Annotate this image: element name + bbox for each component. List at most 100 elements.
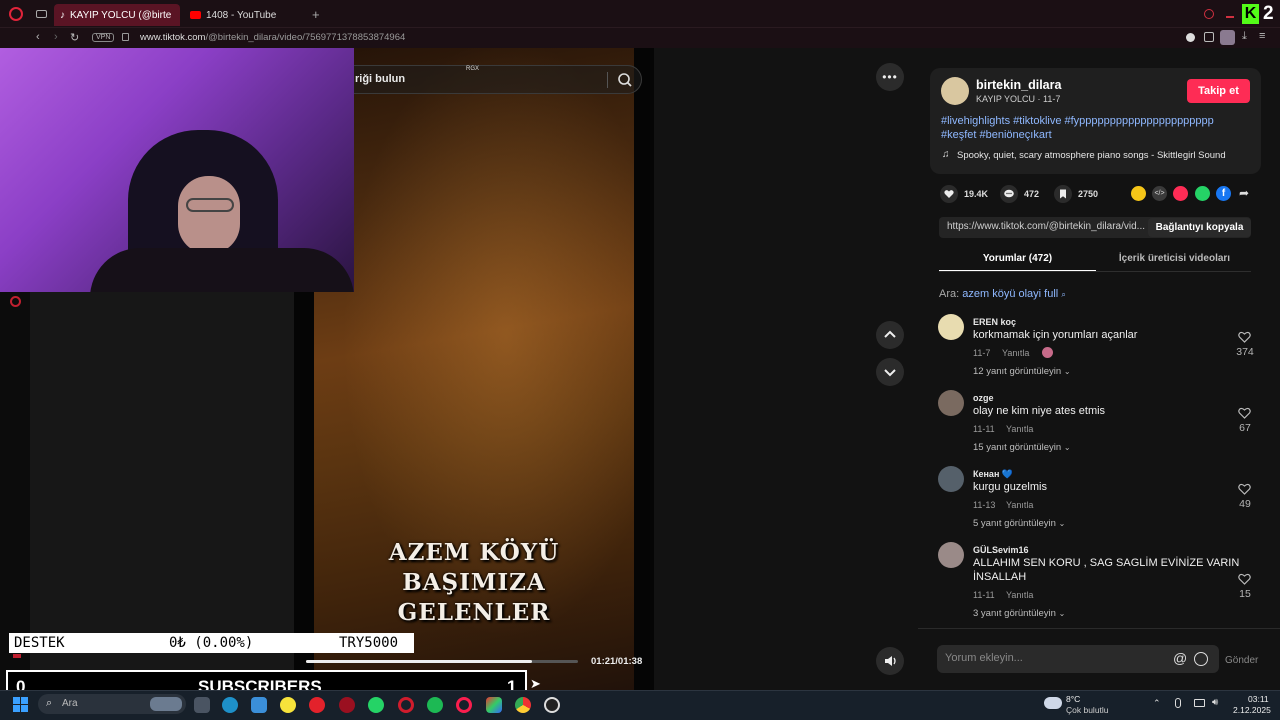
more-options-button[interactable]: ••• (876, 63, 904, 91)
whatsapp-app-icon[interactable] (368, 697, 384, 713)
search-bar[interactable]: riği bulun (340, 65, 642, 94)
coin-icon[interactable] (1131, 186, 1146, 201)
previous-video-button[interactable] (876, 321, 904, 349)
video-progress-track[interactable] (306, 660, 578, 663)
forward-icon[interactable]: › (54, 31, 58, 43)
volume-tray-icon[interactable]: 🔊︎ (1212, 697, 1218, 708)
comment-avatar[interactable] (938, 314, 964, 340)
opera-app-icon[interactable] (398, 697, 414, 713)
tray-chevron-up-icon[interactable]: ⌃ (1153, 698, 1161, 709)
snapchat-icon[interactable] (280, 697, 296, 713)
like-icon[interactable] (940, 185, 958, 203)
reply-button[interactable]: Yanıtla (1006, 500, 1033, 510)
view-replies-label: 3 yanıt görüntüleyin (973, 608, 1056, 619)
view-replies-button[interactable]: 12 yanıt görüntüleyin ⌄ (973, 366, 1071, 377)
app-red-icon[interactable] (339, 697, 355, 713)
author-avatar[interactable] (941, 77, 969, 105)
tab-creator-videos[interactable]: İçerik üreticisi videoları (1096, 253, 1253, 264)
view-replies-button[interactable]: 15 yanıt görüntüleyin ⌄ (973, 442, 1071, 453)
search-input[interactable]: riği bulun (355, 73, 405, 85)
search-suggestion-prefix: Ara: (939, 288, 960, 300)
send-comment-button[interactable]: Gönder (1225, 655, 1258, 666)
reload-icon[interactable]: ↻ (70, 31, 79, 44)
send-icon[interactable] (1173, 186, 1188, 201)
record-icon[interactable] (1186, 33, 1195, 42)
multi-app-icon[interactable] (486, 697, 502, 713)
obs-icon[interactable] (544, 697, 560, 713)
extensions-icon[interactable] (1204, 32, 1214, 42)
search-suggestion-query: azem köyü olayi full (962, 288, 1059, 300)
facebook-icon[interactable]: f (1216, 186, 1231, 201)
back-icon[interactable]: ‹ (36, 31, 40, 43)
url-host: www.tiktok.com (140, 32, 206, 43)
follow-button[interactable]: Takip et (1187, 79, 1250, 103)
display-icon[interactable] (1194, 699, 1205, 707)
settings-gear-icon[interactable] (10, 296, 21, 307)
vpn-badge[interactable]: VPN (92, 33, 115, 42)
minimize-icon[interactable] (1226, 16, 1234, 18)
search-suggestion[interactable]: Ara: azem köyü olayi full ⌕ (939, 288, 1066, 300)
search-icon[interactable] (617, 72, 633, 88)
reply-button[interactable]: Yanıtla (1006, 590, 1033, 600)
music-title[interactable]: Spooky, quiet, scary atmosphere piano so… (957, 150, 1226, 161)
tab-overview-icon[interactable] (36, 10, 47, 18)
destek-goal: TRY5000 (339, 635, 399, 651)
comment-avatar[interactable] (938, 466, 964, 492)
reply-button[interactable]: Yanıtla (1002, 348, 1029, 358)
next-video-button[interactable] (876, 358, 904, 386)
search-tabs-icon[interactable] (1204, 9, 1214, 19)
tab-tiktok[interactable]: ♪ KAYIP YOLCU (@birte (54, 4, 180, 26)
opera-gx-icon[interactable] (456, 697, 472, 713)
comment-author[interactable]: GÜLSevim16 (973, 545, 1029, 555)
link-url[interactable]: https://www.tiktok.com/@birtekin_dilara/… (947, 221, 1145, 232)
download-icon[interactable]: ⤓ (1242, 30, 1247, 43)
whatsapp-icon[interactable] (1195, 186, 1210, 201)
bookmark-icon[interactable] (1054, 185, 1072, 203)
author-username[interactable]: birtekin_dilara (976, 78, 1061, 92)
reply-button[interactable]: Yanıtla (1006, 424, 1033, 434)
tab-youtube[interactable]: 1408 - YouTube (184, 4, 304, 26)
youtube-app-icon[interactable] (309, 697, 325, 713)
comment-like-icon[interactable] (1238, 573, 1251, 585)
mention-icon[interactable]: @ (1173, 650, 1187, 666)
comment-input[interactable]: Yorum ekleyin... @ (937, 645, 1219, 673)
tab-comments[interactable]: Yorumlar (472) (939, 253, 1096, 264)
comment-like-count: 15 (1239, 588, 1251, 600)
comment-like-icon[interactable] (1238, 407, 1251, 419)
menu-icon[interactable]: ≡ (1259, 30, 1265, 42)
url-text[interactable]: www.tiktok.com/@birtekin_dilara/video/75… (140, 32, 405, 43)
weather-icon[interactable] (1044, 697, 1062, 709)
clock-date[interactable]: 2.12.2025 (1233, 705, 1271, 715)
chrome-icon[interactable] (515, 697, 531, 713)
store-icon[interactable] (251, 697, 267, 713)
emoji-icon[interactable] (1194, 652, 1208, 666)
comment-author[interactable]: Кенан 💙 (973, 469, 1013, 480)
save-count: 2750 (1078, 189, 1099, 199)
comment-avatar[interactable] (938, 542, 964, 568)
comment-like-icon[interactable] (1238, 483, 1251, 495)
embed-icon[interactable]: </> (1152, 186, 1167, 201)
view-replies-button[interactable]: 5 yanıt görüntüleyin ⌄ (973, 518, 1065, 529)
taskbar-search[interactable]: ⌕ Ara (38, 694, 186, 714)
comment-author[interactable]: ozge (973, 393, 994, 403)
microphone-icon[interactable] (1175, 698, 1181, 708)
comment-author[interactable]: EREN koç (973, 317, 1016, 327)
clock-time[interactable]: 03:11 (1248, 694, 1269, 704)
comment-icon[interactable] (1000, 185, 1018, 203)
edge-icon[interactable] (222, 697, 238, 713)
destek-marker-icon (13, 654, 21, 658)
comment-avatar[interactable] (938, 390, 964, 416)
share-arrow-icon[interactable]: ➦ (1239, 186, 1249, 200)
new-tab-button[interactable]: + (312, 7, 320, 22)
copy-link-button[interactable]: Bağlantıyı kopyala (1148, 218, 1251, 237)
spotify-icon[interactable] (427, 697, 443, 713)
hashtags-line2[interactable]: #keşfet #beniöneçıkart (941, 129, 1052, 141)
hashtags-line1[interactable]: #livehighlights #tiktoklive #fyppppppppp… (941, 115, 1214, 127)
opera-logo-icon[interactable] (9, 7, 23, 21)
taskview-icon[interactable] (194, 697, 210, 713)
windows-start-icon[interactable] (13, 697, 28, 712)
view-replies-button[interactable]: 3 yanıt görüntüleyin ⌄ (973, 608, 1065, 619)
volume-button[interactable] (876, 647, 904, 675)
comment-like-icon[interactable] (1238, 331, 1251, 343)
profile-avatar[interactable] (1220, 30, 1235, 45)
